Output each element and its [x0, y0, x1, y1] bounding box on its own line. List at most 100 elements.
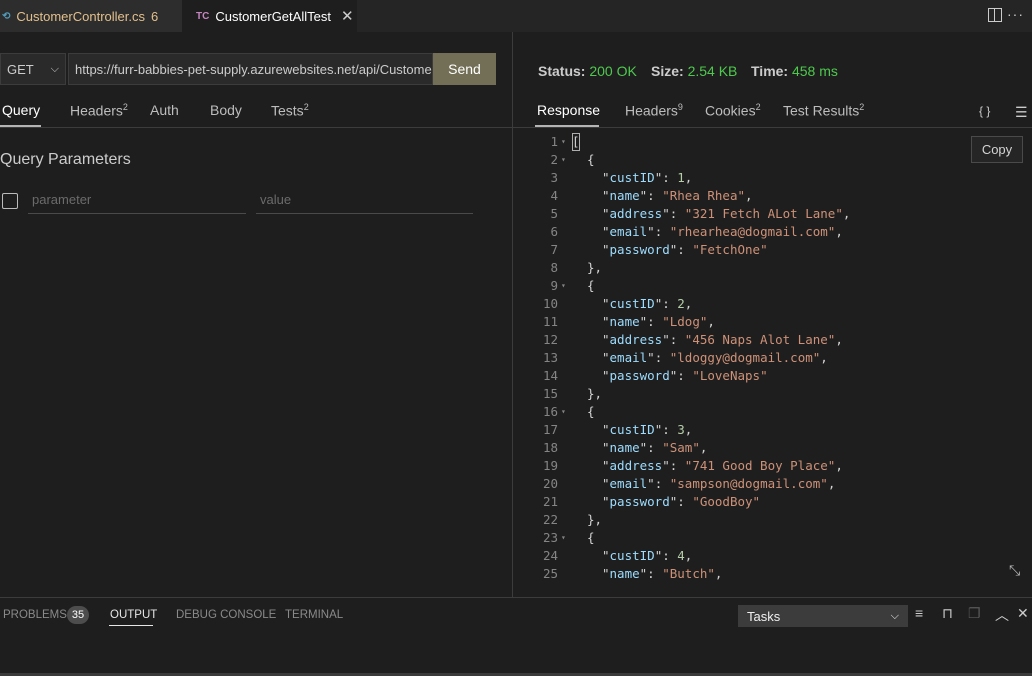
tab-headers[interactable]: Headers2 [70, 102, 128, 119]
json-number-value: 2 [677, 296, 685, 311]
line-number: 10 [542, 296, 558, 311]
expand-icon[interactable]: ⤡ [1009, 562, 1020, 579]
problems-count-badge: 35 [67, 606, 89, 624]
send-button[interactable]: Send [433, 53, 496, 85]
more-actions-icon[interactable]: ··· [1007, 6, 1024, 22]
json-key: custID [609, 296, 655, 311]
json-string-value: rhearhea@dogmail.com [677, 224, 828, 239]
code-text: "password": "GoodBoy" [602, 494, 761, 509]
clear-output-icon[interactable]: ≡ [915, 605, 923, 621]
line-number: 15 [542, 386, 558, 401]
format-json-icon[interactable]: { } [979, 104, 990, 118]
line-number: 3 [550, 170, 558, 185]
value-input[interactable]: value [256, 186, 473, 214]
line-number: 20 [542, 476, 558, 491]
tab-output[interactable]: OUTPUT [110, 609, 157, 621]
close-panel-icon[interactable]: ✕ [1017, 605, 1029, 622]
line-number: 11 [542, 314, 558, 329]
lock-scroll-icon[interactable]: ⊓ [942, 605, 953, 622]
tab-body[interactable]: Body [210, 102, 242, 118]
tab-problems[interactable]: PROBLEMS [3, 609, 67, 621]
fold-chevron-icon[interactable]: ▾ [561, 403, 566, 421]
line-number: 17 [542, 422, 558, 437]
code-text: "custID": 4, [602, 548, 693, 563]
fold-chevron-icon[interactable]: ▾ [561, 277, 566, 295]
fold-chevron-icon[interactable]: ▾ [561, 529, 566, 547]
request-pane: GET ⌵ https://furr-babbies-pet-supply.az… [0, 32, 513, 597]
tab-tests[interactable]: Tests2 [271, 102, 309, 119]
code-text: { [587, 530, 595, 545]
json-string-value: 741 Good Boy Place [692, 458, 828, 473]
tab-response[interactable]: Response [537, 102, 600, 118]
menu-icon[interactable]: ☰ [1015, 104, 1028, 121]
json-key: password [609, 368, 670, 383]
time-value: 458 ms [791, 63, 838, 79]
code-text: "custID": 1, [602, 170, 693, 185]
code-text: "custID": 2, [602, 296, 693, 311]
json-key: address [609, 206, 663, 221]
status-info: Status: 200 OK [538, 63, 637, 79]
method-value: GET [7, 61, 34, 77]
size-value: 2.54 KB [687, 63, 738, 79]
tab-test-results[interactable]: Test Results2 [783, 102, 864, 119]
active-tab-indicator [109, 625, 153, 626]
tab-response-headers[interactable]: Headers9 [625, 102, 683, 119]
url-input[interactable]: https://furr-babbies-pet-supply.azureweb… [68, 53, 433, 85]
line-number: 4 [550, 188, 558, 203]
fold-chevron-icon[interactable]: ▾ [561, 133, 566, 151]
output-channel-select[interactable]: Tasks ⌵ [738, 605, 908, 627]
open-in-editor-icon[interactable]: ❐ [968, 605, 981, 622]
close-icon[interactable]: ✕ [341, 7, 354, 25]
json-number-value: 4 [677, 548, 685, 563]
json-key: address [609, 458, 663, 473]
method-select[interactable]: GET ⌵ [0, 53, 66, 85]
line-number: 19 [542, 458, 558, 473]
json-string-value: 321 Fetch ALot Lane [692, 206, 836, 221]
json-key: custID [609, 170, 655, 185]
line-number: 1 [550, 134, 558, 149]
tab-cookies[interactable]: Cookies2 [705, 102, 761, 119]
tab-customer-controller[interactable]: ⟲ CustomerController.cs 6 [0, 0, 182, 32]
line-number: 16 [542, 404, 558, 419]
csharp-file-icon: ⟲ [2, 10, 11, 22]
json-key: password [609, 242, 670, 257]
split-editor-icon[interactable] [988, 8, 1002, 22]
tab-label: CustomerController.cs [16, 8, 145, 24]
code-text: "name": "Rhea Rhea", [602, 188, 753, 203]
json-string-value: Ldog [669, 314, 700, 329]
code-text: "password": "LoveNaps" [602, 368, 768, 383]
json-number-value: 1 [677, 170, 685, 185]
test-case-icon: TC [196, 10, 210, 22]
json-key: email [609, 350, 648, 365]
json-key: custID [609, 422, 655, 437]
tab-terminal[interactable]: TERMINAL [285, 609, 343, 621]
tab-query[interactable]: Query [2, 102, 40, 118]
line-number: 25 [542, 566, 558, 581]
json-string-value: FetchOne [699, 242, 761, 257]
maximize-panel-icon[interactable]: ︿ [995, 605, 1009, 625]
code-text: "password": "FetchOne" [602, 242, 768, 257]
line-number: 13 [542, 350, 558, 365]
code-text: "address": "321 Fetch ALot Lane", [602, 206, 851, 221]
param-enable-checkbox[interactable] [2, 193, 18, 209]
json-string-value: LoveNaps [699, 368, 761, 383]
url-value: https://furr-babbies-pet-supply.azureweb… [75, 61, 433, 77]
tab-debug-console[interactable]: DEBUG CONSOLE [176, 609, 276, 621]
parameter-input[interactable]: parameter [28, 186, 246, 214]
line-number: 5 [550, 206, 558, 221]
line-number: 12 [542, 332, 558, 347]
code-text: [ [572, 133, 580, 151]
tab-auth[interactable]: Auth [150, 102, 179, 118]
json-key: name [609, 566, 640, 581]
editor-tab-bar: ⟲ CustomerController.cs 6 TC CustomerGet… [0, 0, 1032, 32]
tab-label: CustomerGetAllTest [215, 8, 331, 24]
fold-chevron-icon[interactable]: ▾ [561, 151, 566, 169]
tab-customer-get-all-test[interactable]: TC CustomerGetAllTest ✕ [182, 0, 357, 32]
chevron-down-icon: ⌵ [50, 62, 59, 75]
code-text: { [587, 278, 595, 293]
size-info: Size: 2.54 KB [651, 63, 738, 79]
line-number: 2 [550, 152, 558, 167]
code-text: "email": "rhearhea@dogmail.com", [602, 224, 843, 239]
copy-button[interactable]: Copy [971, 136, 1023, 163]
json-string-value: GoodBoy [699, 494, 753, 509]
